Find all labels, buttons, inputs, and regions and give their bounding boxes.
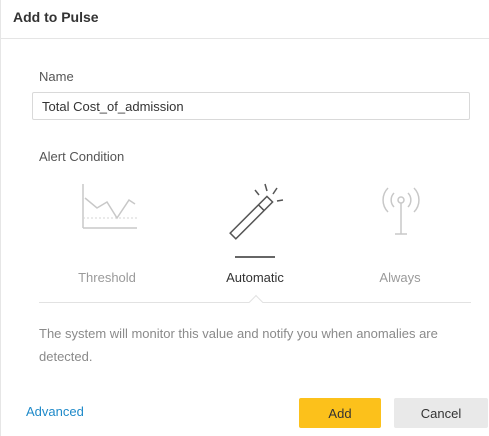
option-automatic[interactable]: Automatic	[200, 178, 310, 288]
option-always[interactable]: Always	[345, 178, 455, 288]
selection-caret	[248, 294, 264, 310]
name-input[interactable]	[32, 92, 470, 120]
option-label: Always	[379, 270, 421, 285]
alert-condition-label: Alert Condition	[39, 149, 125, 164]
selected-underline	[235, 256, 275, 258]
antenna-broadcast-icon	[382, 187, 420, 235]
name-label: Name	[39, 69, 74, 84]
option-label: Automatic	[226, 270, 284, 285]
option-threshold[interactable]: Threshold	[52, 178, 162, 288]
condition-description: The system will monitor this value and n…	[39, 326, 438, 364]
dialog-title: Add to Pulse	[13, 9, 99, 25]
title-divider	[1, 38, 489, 39]
add-button[interactable]: Add	[299, 398, 381, 428]
icon-wrap	[200, 178, 310, 248]
magic-wand-icon	[229, 183, 284, 240]
icon-wrap	[345, 178, 455, 248]
advanced-link[interactable]: Advanced	[26, 404, 84, 419]
option-label: Threshold	[78, 270, 136, 285]
cancel-button[interactable]: Cancel	[394, 398, 488, 428]
threshold-chart-icon	[82, 184, 137, 229]
icon-wrap	[52, 178, 162, 248]
add-to-pulse-dialog: Add to Pulse Name Alert Condition Thresh…	[0, 0, 489, 436]
